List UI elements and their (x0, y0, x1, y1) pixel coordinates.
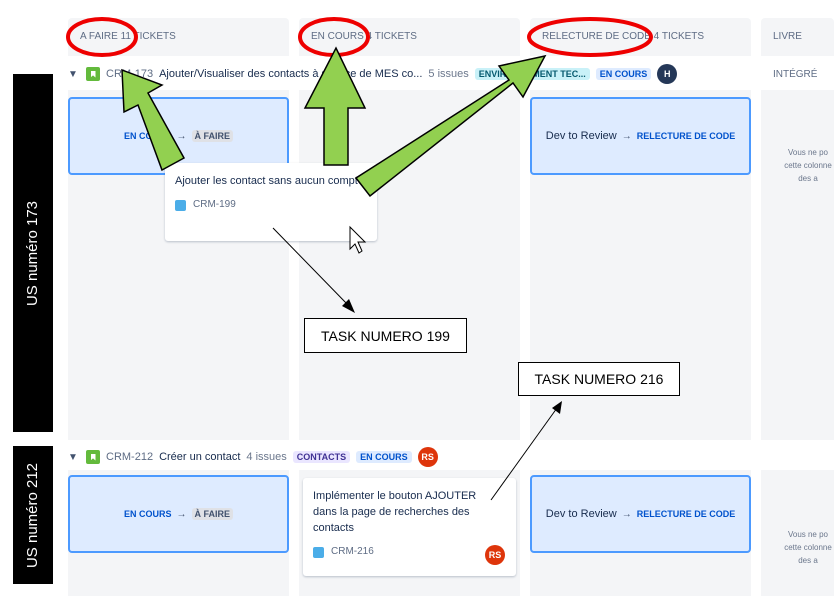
column-body-in-progress (299, 90, 520, 440)
arrow-right-icon: → (621, 130, 632, 142)
issue-summary[interactable]: Créer un contact (159, 451, 240, 463)
transition-from-status: EN COURS (123, 131, 172, 141)
column-header-todo[interactable]: A FAIRE 11 TICKETS (68, 18, 289, 56)
column-header-in-progress[interactable]: EN COURS 4 TICKETS (299, 18, 520, 56)
annotation-box-task-216: TASK NUMERO 216 (518, 362, 680, 396)
card-summary: Ajouter les contact sans aucun compte (175, 175, 364, 187)
drop-note-line: des a (798, 556, 818, 565)
drop-note-line: cette colonne (784, 543, 832, 552)
avatar[interactable]: RS (417, 447, 438, 467)
swimlane-header-crm-173[interactable]: ▼ CRM-173 Ajouter/Visualiser des contact… (68, 63, 678, 85)
issue-key[interactable]: CRM-212 (106, 451, 153, 463)
drop-note-line: cette colonne (784, 161, 832, 170)
issue-card-crm-199[interactable]: Ajouter les contact sans aucun compte CR… (165, 163, 377, 241)
drop-disabled-note: Vous ne po cette colonne des a (778, 146, 834, 185)
transition-from-status: EN COURS (123, 509, 172, 519)
card-summary: Implémenter le bouton AJOUTER dans la pa… (313, 490, 477, 534)
chevron-down-icon[interactable]: ▼ (68, 452, 80, 463)
annotation-text: US numéro 212 (24, 462, 42, 568)
drop-note-line: Vous ne po (787, 148, 829, 157)
drop-disabled-note: Vous ne po cette colonne des a (778, 528, 834, 567)
drop-note-line: des a (798, 174, 818, 183)
status-lozenge: EN COURS (595, 68, 652, 80)
annotation-text: US numéro 173 (24, 200, 42, 306)
transition-to-status: À FAIRE (191, 508, 234, 520)
avatar[interactable]: H (657, 64, 678, 84)
arrow-right-icon: → (176, 130, 187, 142)
transition-to-status: RELECTURE DE CODE (636, 131, 736, 141)
status-lozenge: EN COURS (356, 451, 412, 463)
transition-drop-zone-todo[interactable]: EN COURS → À FAIRE (68, 475, 289, 553)
annotation-box-task-199: TASK NUMERO 199 (304, 318, 467, 353)
epic-lozenge: ENVIRONNEMENT TEC... (474, 68, 590, 80)
story-icon (86, 67, 100, 81)
transition-to-status: À FAIRE (191, 130, 234, 142)
card-key-row: CRM-199 (175, 197, 367, 213)
transition-to-status: RELECTURE DE CODE (636, 509, 736, 519)
arrow-right-icon: → (621, 508, 632, 520)
issue-summary[interactable]: Ajouter/Visualiser des contacts à servic… (159, 68, 422, 80)
issue-card-crm-216[interactable]: Implémenter le bouton AJOUTER dans la pa… (303, 478, 516, 576)
annotation-label-us-212: US numéro 212 (13, 446, 53, 584)
issue-count: 5 issues (428, 68, 469, 80)
drop-note-line: Vous ne po (787, 530, 829, 539)
transition-drop-zone-review[interactable]: Dev to Review → RELECTURE DE CODE (530, 97, 751, 175)
transition-drop-zone-review[interactable]: Dev to Review → RELECTURE DE CODE (530, 475, 751, 553)
column-header-delivered[interactable]: LIVRE INTÉGRÉ (761, 18, 834, 80)
column-body-delivered (761, 90, 834, 440)
subtask-icon (175, 199, 186, 211)
transition-name: Dev to Review (545, 508, 617, 520)
card-key-row: CRM-216 (313, 544, 506, 560)
transition-name: Dev to Review (545, 130, 617, 142)
avatar[interactable]: RS (485, 545, 505, 565)
issue-count: 4 issues (246, 451, 287, 463)
card-key[interactable]: CRM-216 (331, 544, 374, 560)
swimlane-header-crm-212[interactable]: ▼ CRM-212 Créer un contact 4 issues CONT… (68, 446, 438, 468)
story-icon (86, 450, 100, 464)
arrow-right-icon: → (176, 508, 187, 520)
chevron-down-icon[interactable]: ▼ (68, 69, 80, 80)
issue-key[interactable]: CRM-173 (106, 68, 153, 80)
column-header-code-review[interactable]: RELECTURE DE CODE 4 TICKETS (530, 18, 751, 56)
annotation-label-us-173: US numéro 173 (13, 74, 53, 432)
epic-lozenge: CONTACTS (292, 451, 351, 463)
card-key[interactable]: CRM-199 (193, 197, 236, 213)
subtask-icon (313, 546, 324, 558)
